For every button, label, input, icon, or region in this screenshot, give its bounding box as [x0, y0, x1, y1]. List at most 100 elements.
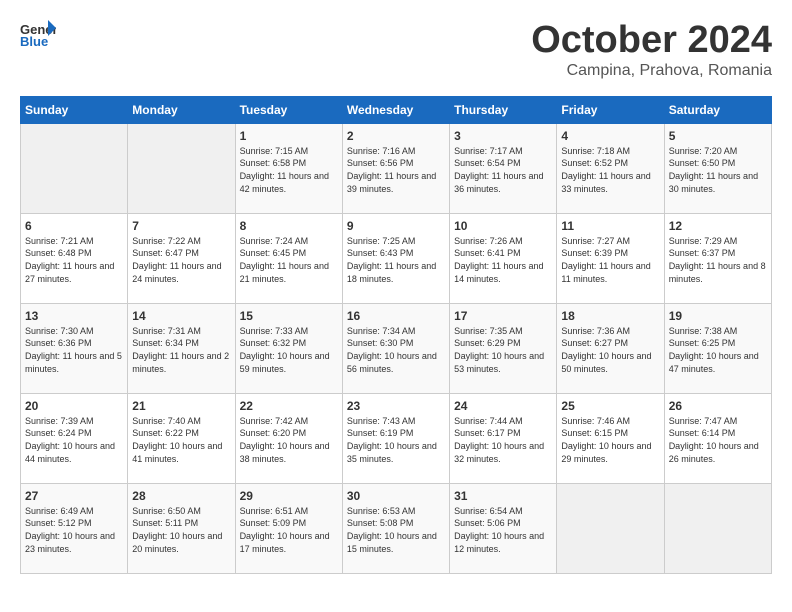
day-cell: 6 Sunrise: 7:21 AMSunset: 6:48 PMDaylight…	[21, 213, 128, 303]
day-info: Sunrise: 7:21 AMSunset: 6:48 PMDaylight:…	[25, 235, 123, 285]
day-info: Sunrise: 7:26 AMSunset: 6:41 PMDaylight:…	[454, 235, 552, 285]
day-info: Sunrise: 7:29 AMSunset: 6:37 PMDaylight:…	[669, 235, 767, 285]
day-info: Sunrise: 7:35 AMSunset: 6:29 PMDaylight:…	[454, 325, 552, 375]
day-info: Sunrise: 7:25 AMSunset: 6:43 PMDaylight:…	[347, 235, 445, 285]
col-header-monday: Monday	[128, 96, 235, 123]
svg-text:Blue: Blue	[20, 34, 48, 49]
day-cell: 15 Sunrise: 7:33 AMSunset: 6:32 PMDayligh…	[235, 303, 342, 393]
day-info: Sunrise: 7:47 AMSunset: 6:14 PMDaylight:…	[669, 415, 767, 465]
day-info: Sunrise: 7:40 AMSunset: 6:22 PMDaylight:…	[132, 415, 230, 465]
col-header-sunday: Sunday	[21, 96, 128, 123]
title-area: October 2024 Campina, Prahova, Romania	[531, 20, 772, 80]
calendar-table: SundayMondayTuesdayWednesdayThursdayFrid…	[20, 96, 772, 574]
day-info: Sunrise: 6:54 AMSunset: 5:06 PMDaylight:…	[454, 505, 552, 555]
day-info: Sunrise: 7:34 AMSunset: 6:30 PMDaylight:…	[347, 325, 445, 375]
day-number: 7	[132, 219, 230, 233]
week-row-4: 20 Sunrise: 7:39 AMSunset: 6:24 PMDayligh…	[21, 393, 772, 483]
day-info: Sunrise: 7:36 AMSunset: 6:27 PMDaylight:…	[561, 325, 659, 375]
day-info: Sunrise: 7:17 AMSunset: 6:54 PMDaylight:…	[454, 145, 552, 195]
day-cell: 19 Sunrise: 7:38 AMSunset: 6:25 PMDayligh…	[664, 303, 771, 393]
day-info: Sunrise: 7:18 AMSunset: 6:52 PMDaylight:…	[561, 145, 659, 195]
day-cell: 2 Sunrise: 7:16 AMSunset: 6:56 PMDaylight…	[342, 123, 449, 213]
day-cell	[557, 483, 664, 573]
day-number: 28	[132, 489, 230, 503]
day-info: Sunrise: 7:16 AMSunset: 6:56 PMDaylight:…	[347, 145, 445, 195]
col-header-saturday: Saturday	[664, 96, 771, 123]
day-number: 17	[454, 309, 552, 323]
day-cell: 9 Sunrise: 7:25 AMSunset: 6:43 PMDaylight…	[342, 213, 449, 303]
day-info: Sunrise: 7:33 AMSunset: 6:32 PMDaylight:…	[240, 325, 338, 375]
day-number: 21	[132, 399, 230, 413]
day-number: 26	[669, 399, 767, 413]
day-cell: 14Sunrise: 7:31 AMSunset: 6:34 PMDayligh…	[128, 303, 235, 393]
day-cell: 11 Sunrise: 7:27 AMSunset: 6:39 PMDayligh…	[557, 213, 664, 303]
logo: General Blue	[20, 20, 56, 55]
day-number: 9	[347, 219, 445, 233]
day-info: Sunrise: 6:49 AMSunset: 5:12 PMDaylight:…	[25, 505, 123, 555]
day-cell	[21, 123, 128, 213]
day-info: Sunrise: 7:31 AMSunset: 6:34 PMDaylight:…	[132, 325, 230, 375]
week-row-3: 13Sunrise: 7:30 AMSunset: 6:36 PMDayligh…	[21, 303, 772, 393]
day-info: Sunrise: 7:27 AMSunset: 6:39 PMDaylight:…	[561, 235, 659, 285]
col-header-tuesday: Tuesday	[235, 96, 342, 123]
day-cell: 16Sunrise: 7:34 AMSunset: 6:30 PMDayligh…	[342, 303, 449, 393]
day-cell: 20 Sunrise: 7:39 AMSunset: 6:24 PMDayligh…	[21, 393, 128, 483]
day-cell: 3Sunrise: 7:17 AMSunset: 6:54 PMDaylight…	[450, 123, 557, 213]
day-cell: 28 Sunrise: 6:50 AMSunset: 5:11 PMDayligh…	[128, 483, 235, 573]
day-cell: 23Sunrise: 7:43 AMSunset: 6:19 PMDayligh…	[342, 393, 449, 483]
day-number: 2	[347, 129, 445, 143]
day-number: 27	[25, 489, 123, 503]
day-info: Sunrise: 6:53 AMSunset: 5:08 PMDaylight:…	[347, 505, 445, 555]
day-cell: 30 Sunrise: 6:53 AMSunset: 5:08 PMDayligh…	[342, 483, 449, 573]
day-cell: 31 Sunrise: 6:54 AMSunset: 5:06 PMDayligh…	[450, 483, 557, 573]
day-cell: 7 Sunrise: 7:22 AMSunset: 6:47 PMDaylight…	[128, 213, 235, 303]
week-row-1: 1Sunrise: 7:15 AMSunset: 6:58 PMDaylight…	[21, 123, 772, 213]
day-info: Sunrise: 7:38 AMSunset: 6:25 PMDaylight:…	[669, 325, 767, 375]
day-info: Sunrise: 7:15 AMSunset: 6:58 PMDaylight:…	[240, 145, 338, 195]
day-number: 4	[561, 129, 659, 143]
day-cell: 12 Sunrise: 7:29 AMSunset: 6:37 PMDayligh…	[664, 213, 771, 303]
day-number: 29	[240, 489, 338, 503]
day-number: 15	[240, 309, 338, 323]
col-header-thursday: Thursday	[450, 96, 557, 123]
day-info: Sunrise: 7:39 AMSunset: 6:24 PMDaylight:…	[25, 415, 123, 465]
day-cell: 18 Sunrise: 7:36 AMSunset: 6:27 PMDayligh…	[557, 303, 664, 393]
day-number: 5	[669, 129, 767, 143]
day-number: 12	[669, 219, 767, 233]
day-cell: 26 Sunrise: 7:47 AMSunset: 6:14 PMDayligh…	[664, 393, 771, 483]
day-number: 6	[25, 219, 123, 233]
day-number: 25	[561, 399, 659, 413]
logo-icon: General Blue	[20, 20, 56, 55]
day-info: Sunrise: 7:30 AMSunset: 6:36 PMDaylight:…	[25, 325, 123, 375]
day-number: 23	[347, 399, 445, 413]
day-number: 30	[347, 489, 445, 503]
day-number: 19	[669, 309, 767, 323]
day-number: 31	[454, 489, 552, 503]
day-info: Sunrise: 7:20 AMSunset: 6:50 PMDaylight:…	[669, 145, 767, 195]
day-cell: 4 Sunrise: 7:18 AMSunset: 6:52 PMDaylight…	[557, 123, 664, 213]
day-cell: 27 Sunrise: 6:49 AMSunset: 5:12 PMDayligh…	[21, 483, 128, 573]
month-title: October 2024	[531, 20, 772, 62]
day-cell: 25 Sunrise: 7:46 AMSunset: 6:15 PMDayligh…	[557, 393, 664, 483]
day-number: 18	[561, 309, 659, 323]
day-info: Sunrise: 6:51 AMSunset: 5:09 PMDaylight:…	[240, 505, 338, 555]
day-info: Sunrise: 7:24 AMSunset: 6:45 PMDaylight:…	[240, 235, 338, 285]
day-cell	[664, 483, 771, 573]
location-title: Campina, Prahova, Romania	[531, 62, 772, 80]
day-cell: 8Sunrise: 7:24 AMSunset: 6:45 PMDaylight…	[235, 213, 342, 303]
day-number: 22	[240, 399, 338, 413]
day-number: 11	[561, 219, 659, 233]
day-cell: 13Sunrise: 7:30 AMSunset: 6:36 PMDayligh…	[21, 303, 128, 393]
day-cell: 17 Sunrise: 7:35 AMSunset: 6:29 PMDayligh…	[450, 303, 557, 393]
day-info: Sunrise: 7:44 AMSunset: 6:17 PMDaylight:…	[454, 415, 552, 465]
day-info: Sunrise: 7:42 AMSunset: 6:20 PMDaylight:…	[240, 415, 338, 465]
day-info: Sunrise: 7:22 AMSunset: 6:47 PMDaylight:…	[132, 235, 230, 285]
week-row-2: 6 Sunrise: 7:21 AMSunset: 6:48 PMDaylight…	[21, 213, 772, 303]
day-cell	[128, 123, 235, 213]
day-info: Sunrise: 6:50 AMSunset: 5:11 PMDaylight:…	[132, 505, 230, 555]
day-cell: 1Sunrise: 7:15 AMSunset: 6:58 PMDaylight…	[235, 123, 342, 213]
day-cell: 24Sunrise: 7:44 AMSunset: 6:17 PMDayligh…	[450, 393, 557, 483]
col-header-friday: Friday	[557, 96, 664, 123]
day-number: 20	[25, 399, 123, 413]
day-info: Sunrise: 7:46 AMSunset: 6:15 PMDaylight:…	[561, 415, 659, 465]
